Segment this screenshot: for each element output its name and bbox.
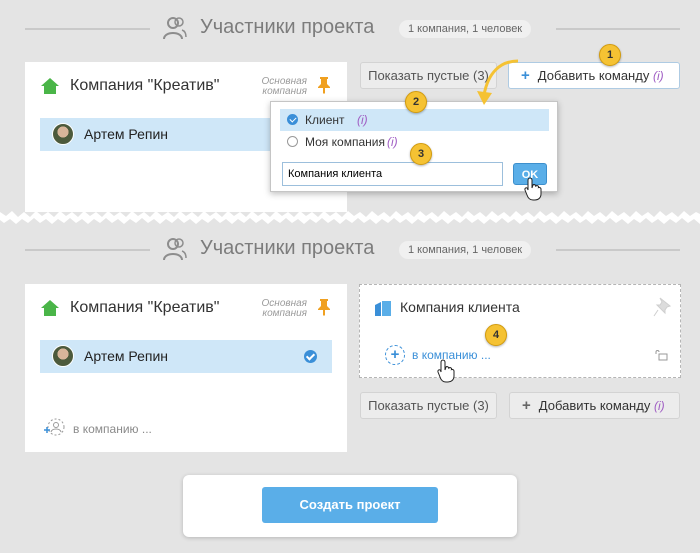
- company-name: Компания "Креатив": [70, 299, 220, 316]
- home-icon: [40, 76, 60, 101]
- add-to-company-link[interactable]: в компанию ...: [73, 422, 152, 436]
- home-icon: [40, 298, 60, 323]
- add-user-icon[interactable]: [43, 416, 65, 443]
- users-icon: [162, 15, 188, 46]
- users-icon: [162, 236, 188, 267]
- avatar: [52, 123, 74, 145]
- create-project-panel: Создать проект: [183, 475, 517, 537]
- company-card: Компания "Креатив" Основная компания Арт…: [25, 284, 347, 452]
- divider: [25, 28, 150, 30]
- hand-cursor-icon: [524, 177, 544, 206]
- info-icon[interactable]: (i): [653, 69, 664, 83]
- company-name: Компания клиента: [400, 299, 520, 315]
- company-name-input[interactable]: Компания клиента: [282, 162, 503, 186]
- torn-edge-divider: [0, 208, 700, 224]
- hand-cursor-icon: [437, 359, 457, 388]
- lock-icon[interactable]: [654, 348, 668, 366]
- step-marker-4: 4: [485, 324, 507, 346]
- create-project-button[interactable]: Создать проект: [262, 487, 438, 523]
- arrow-icon: [470, 55, 530, 115]
- divider: [556, 249, 680, 251]
- option-label: Моя компания: [305, 135, 385, 149]
- section-title: Участники проекта: [200, 16, 375, 38]
- pin-icon[interactable]: [653, 297, 672, 322]
- plus-icon[interactable]: +: [385, 345, 405, 365]
- radio-checked-icon[interactable]: [287, 114, 298, 125]
- add-team-button[interactable]: + Добавить команду (i): [509, 392, 680, 419]
- section-title: Участники проекта: [200, 237, 375, 259]
- primary-company-label: Основная компания: [261, 298, 307, 319]
- pin-icon[interactable]: [317, 298, 331, 321]
- new-company-card: Компания клиента + в компанию ...: [359, 284, 681, 378]
- company-name: Компания "Креатив": [70, 77, 220, 94]
- option-label: Клиент: [305, 113, 345, 127]
- step-marker-1: 1: [599, 44, 621, 66]
- info-icon[interactable]: (i): [387, 131, 398, 153]
- primary-company-label: Основная компания: [261, 76, 307, 97]
- radio-icon[interactable]: [287, 136, 298, 147]
- divider: [25, 249, 150, 251]
- pin-icon[interactable]: [317, 76, 331, 99]
- step-marker-2: 2: [405, 91, 427, 113]
- section-badge: 1 компания, 1 человек: [399, 241, 532, 259]
- add-team-button[interactable]: + Добавить команду (i): [508, 62, 680, 89]
- info-icon[interactable]: (i): [357, 109, 368, 131]
- step-marker-3: 3: [410, 143, 432, 165]
- building-icon: [374, 299, 392, 322]
- show-empty-button[interactable]: Показать пустые (3): [360, 392, 497, 419]
- info-icon[interactable]: (i): [654, 399, 665, 413]
- add-team-label: Добавить команду: [537, 68, 650, 83]
- divider: [556, 28, 680, 30]
- member-name: Артем Репин: [84, 126, 169, 142]
- add-team-label: Добавить команду: [538, 398, 651, 413]
- plus-icon: +: [522, 397, 531, 414]
- member-name: Артем Репин: [84, 348, 169, 364]
- check-icon: [304, 350, 317, 363]
- section-badge: 1 компания, 1 человек: [399, 20, 532, 38]
- member-row[interactable]: Артем Репин: [40, 340, 332, 373]
- avatar: [52, 345, 74, 367]
